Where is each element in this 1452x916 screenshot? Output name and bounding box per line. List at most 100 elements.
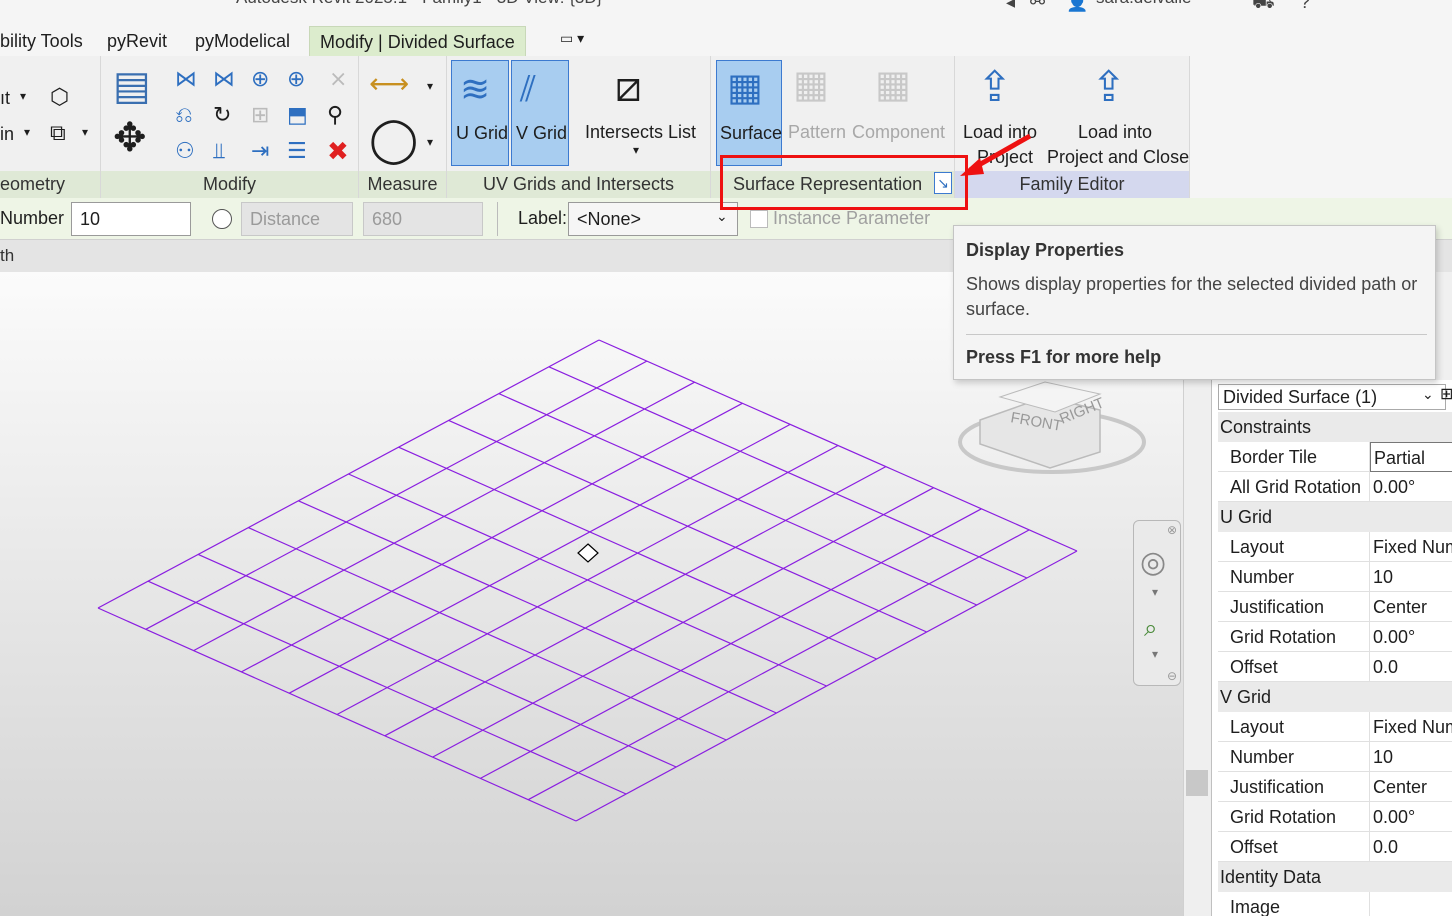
collapse-icon[interactable]: ⊖ (1167, 669, 1177, 683)
geometry-join-label[interactable]: in (0, 124, 14, 145)
zoom-region-icon[interactable]: ⌕ (1144, 615, 1157, 643)
chevron-down-icon[interactable]: ▾ (1152, 647, 1158, 661)
intersects-list-label[interactable]: Intersects List (585, 122, 696, 143)
measure-icon[interactable]: ⟷ (369, 70, 409, 98)
property-value[interactable]: 0.00° (1370, 622, 1452, 652)
properties-palette: Divided Surface (1) ⌄ ⊞ Constraints Borde… (1211, 380, 1452, 916)
chevron-down-icon[interactable]: ▾ (1152, 585, 1158, 599)
copy-icon[interactable]: ⚇ (175, 140, 195, 162)
viewcube[interactable]: FRONT RIGHT (958, 381, 1146, 474)
move-icon[interactable]: ✥ (113, 118, 147, 158)
back-icon[interactable]: ◂ (1006, 0, 1015, 13)
edit-type-icon[interactable]: ⊞ (1440, 384, 1452, 404)
property-name: Layout (1218, 712, 1370, 742)
load-and-close-label-2[interactable]: Project and Close (1047, 147, 1189, 168)
offset-icon[interactable]: ⎌ (175, 104, 193, 126)
property-group-header[interactable]: V Grid (1218, 682, 1452, 712)
dropdown-icon[interactable]: ▾ (427, 80, 433, 92)
user-name[interactable]: sara.delvalle (1096, 0, 1191, 8)
distance-select: Distance (241, 202, 353, 236)
property-value[interactable]: Center (1370, 592, 1452, 622)
tab-utility-tools[interactable]: bility Tools (0, 26, 93, 56)
rotate-icon[interactable]: ↻ (213, 104, 231, 126)
tab-pymodelical[interactable]: pyModelical (185, 26, 300, 56)
label-select[interactable]: <None> (568, 202, 738, 236)
array-icon: ⊞ (251, 102, 270, 127)
title-bar: Autodesk Revit 2025.1 - Family1 - 3D Vie… (0, 0, 1452, 22)
property-group-header[interactable]: Constraints (1218, 412, 1452, 442)
property-value[interactable] (1370, 892, 1452, 916)
dimension-icon[interactable]: ◯ (369, 118, 418, 162)
tooltip-title: Display Properties (966, 240, 1125, 260)
join-geometry-icon[interactable]: ⧉ (50, 122, 66, 144)
user-icon[interactable]: 👤 (1066, 0, 1088, 13)
surface-button[interactable]: ▦ Surface (716, 60, 782, 166)
mirror-draw-icon[interactable]: ⋈ (213, 68, 235, 90)
property-name: Layout (1218, 532, 1370, 562)
load-and-close-icon[interactable]: ⇪ (1091, 66, 1126, 108)
property-value[interactable]: Fixed Num (1370, 712, 1452, 742)
tab-modify-divided-surface[interactable]: Modify | Divided Surface (309, 26, 526, 56)
v-grid-icon: ⫽ (520, 68, 537, 109)
type-selector[interactable]: Divided Surface (1) (1218, 384, 1446, 410)
scrollbar-thumb[interactable] (1186, 770, 1208, 796)
property-row: Offset 0.0 (1218, 832, 1452, 862)
tooltip-description: Shows display properties for the selecte… (966, 274, 1418, 319)
surface-icon: ▦ (727, 67, 763, 109)
intersects-list-icon[interactable]: ⧄ (615, 66, 642, 108)
panel-measure: ⟷ ▾ ◯ ▾ Measure (359, 56, 447, 198)
property-name: Justification (1218, 772, 1370, 802)
u-grid-button[interactable]: ≋ U Grid (451, 60, 509, 166)
close-icon[interactable]: ⊗ (1167, 523, 1177, 537)
help-icon[interactable]: ? (1300, 0, 1310, 13)
unpin-icon[interactable]: ⚲ (327, 104, 343, 126)
property-value[interactable]: 10 (1370, 562, 1452, 592)
property-value[interactable]: 0.0 (1370, 832, 1452, 862)
load-and-close-label-1[interactable]: Load into (1078, 122, 1152, 143)
label-label: Label: (518, 208, 568, 228)
surface-label: Surface (720, 123, 783, 143)
tab-pyrevit[interactable]: pyRevit (97, 26, 177, 56)
mirror-axis-icon[interactable]: ⋈ (175, 68, 197, 90)
dropdown-icon[interactable]: ▾ (427, 136, 433, 148)
delete-icon[interactable]: ✖ (327, 138, 349, 164)
geometry-cut-label[interactable]: ıt (0, 88, 10, 109)
dropdown-icon[interactable]: ▾ (24, 126, 30, 138)
property-group-header[interactable]: Identity Data (1218, 862, 1452, 892)
property-value[interactable]: 0.00° (1370, 472, 1452, 502)
property-value[interactable]: Partial (1370, 442, 1452, 472)
binoculars-icon[interactable]: ⚯ (1030, 0, 1045, 13)
property-row: Image (1218, 892, 1452, 916)
trim-icon[interactable]: ⫫ (213, 140, 225, 162)
v-grid-button[interactable]: ⫽ V Grid (511, 60, 569, 166)
cube-icon[interactable]: ⬡ (50, 86, 69, 108)
dropdown-icon[interactable]: ▾ (20, 90, 26, 102)
steering-wheel-icon[interactable]: ◎ (1140, 545, 1166, 580)
dropdown-icon[interactable]: ▾ (82, 126, 88, 138)
property-value[interactable]: 0.0 (1370, 652, 1452, 682)
panel-measure-label: Measure (359, 171, 446, 198)
dropdown-icon[interactable]: ▾ (633, 144, 639, 156)
distance-radio[interactable] (212, 209, 232, 229)
property-value[interactable]: Fixed Num (1370, 532, 1452, 562)
trim-multiple-icon[interactable]: ☰ (287, 140, 307, 162)
split-icon[interactable]: ⊕ (251, 68, 269, 90)
pattern-label: Pattern (788, 122, 847, 142)
property-row: Justification Center (1218, 592, 1452, 622)
tab-overflow-icon[interactable]: ▭ ▾ (560, 30, 584, 47)
cart-icon[interactable]: ⛟ (1252, 0, 1275, 16)
property-value[interactable]: Center (1370, 772, 1452, 802)
align-icon[interactable]: ▤ (113, 66, 151, 106)
load-into-project-icon[interactable]: ⇪ (977, 66, 1012, 108)
property-row: Number 10 (1218, 742, 1452, 772)
property-value[interactable]: 0.00° (1370, 802, 1452, 832)
number-input[interactable]: 10 (71, 202, 191, 236)
chevron-down-icon[interactable]: ⌄ (716, 208, 728, 225)
property-value[interactable]: 10 (1370, 742, 1452, 772)
trim-single-icon[interactable]: ⇥ (251, 140, 269, 162)
property-group-header[interactable]: U Grid (1218, 502, 1452, 532)
split-gap-icon[interactable]: ⊕ (287, 68, 305, 90)
scale-icon[interactable]: ⬒ (287, 104, 308, 126)
u-grid-icon: ≋ (460, 68, 491, 109)
chevron-down-icon[interactable]: ⌄ (1422, 386, 1434, 403)
